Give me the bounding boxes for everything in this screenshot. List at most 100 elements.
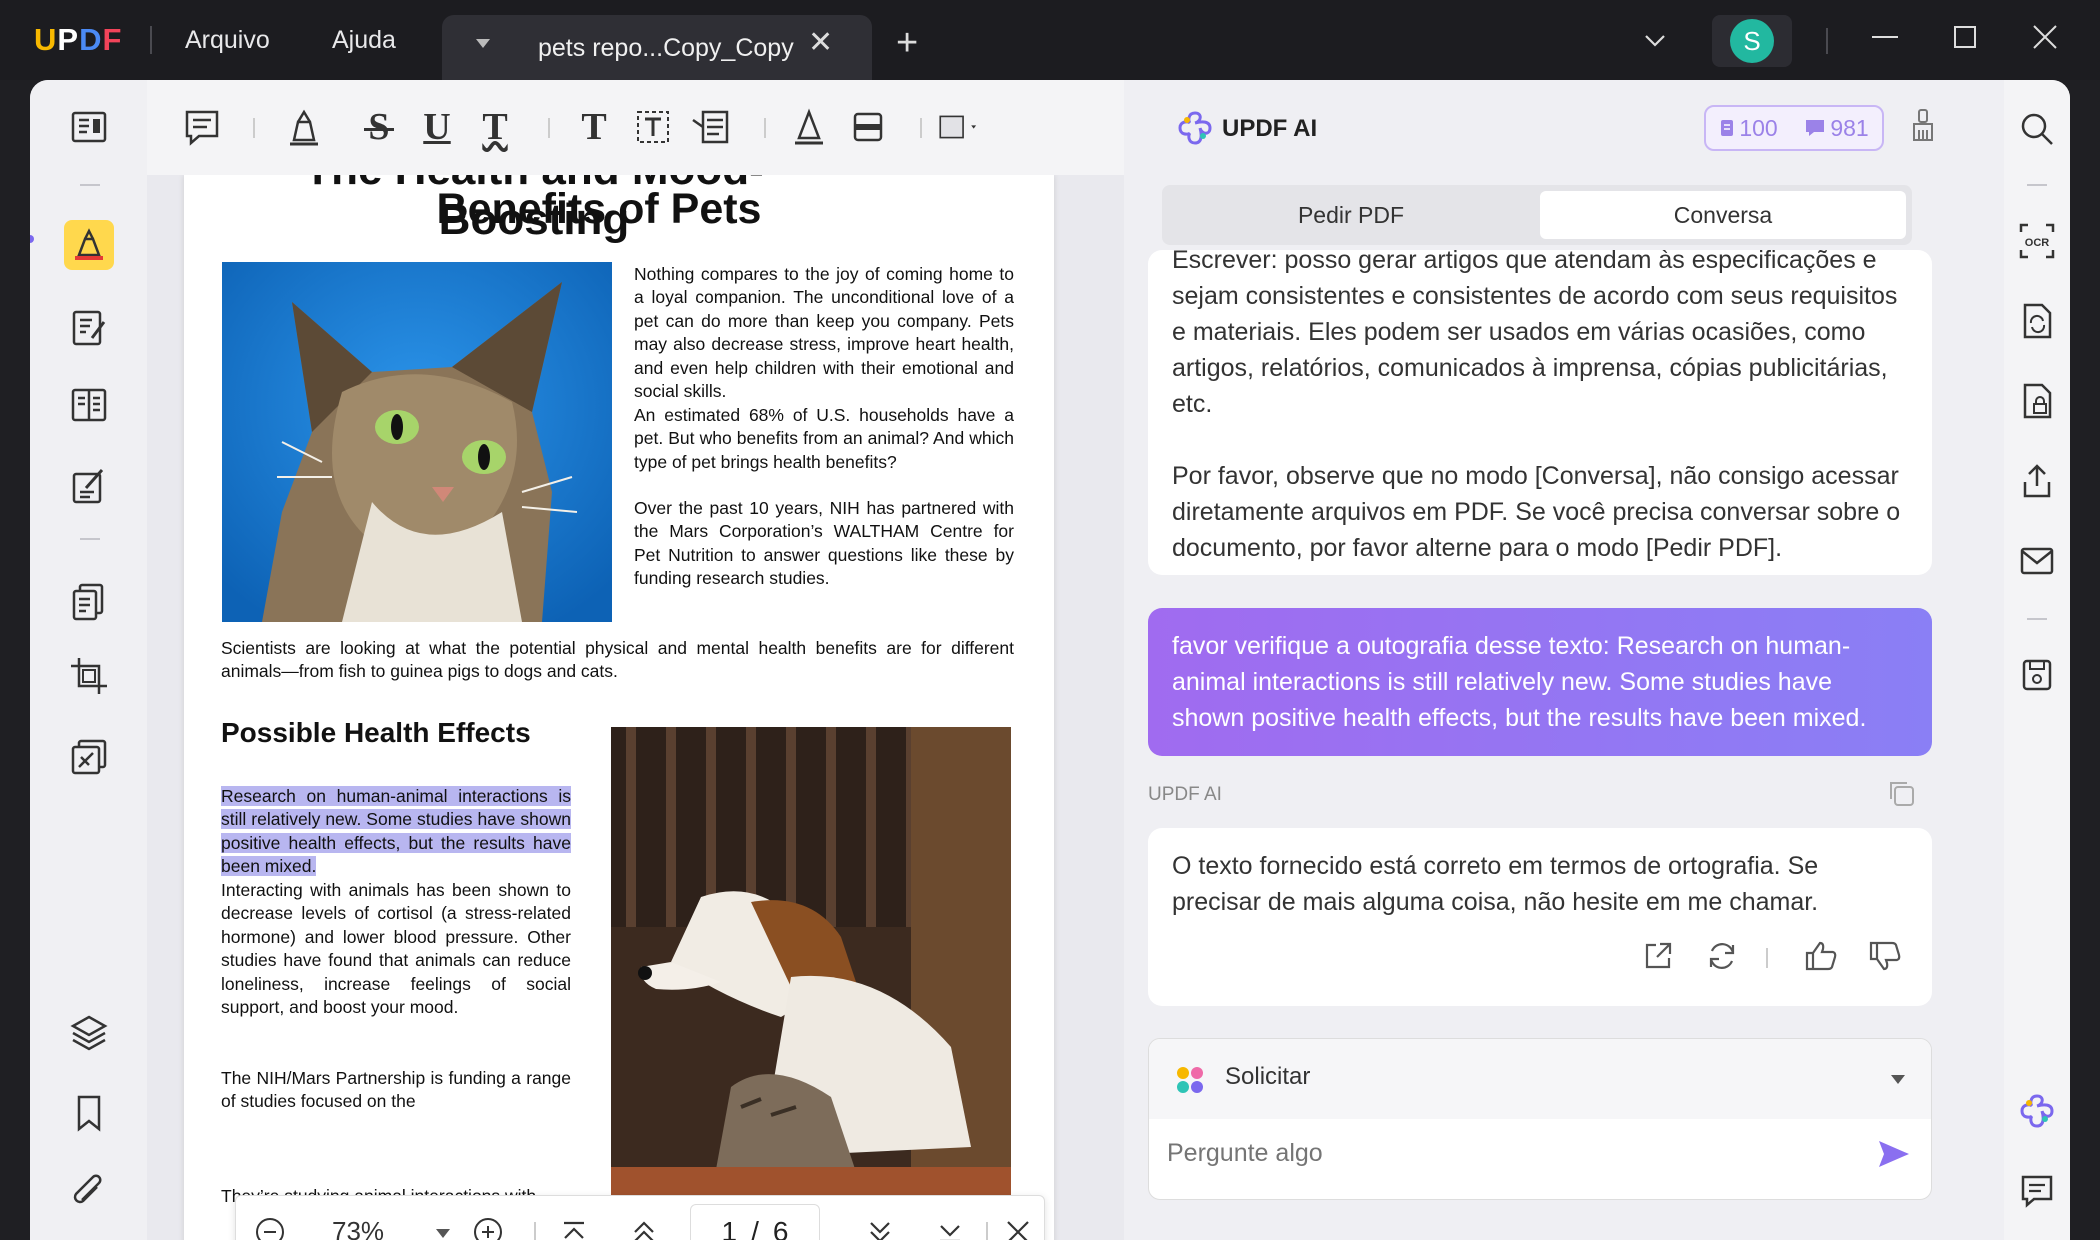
email-icon[interactable]	[2016, 540, 2058, 582]
bookmark-icon[interactable]	[66, 1090, 112, 1136]
close-window-icon[interactable]	[2030, 22, 2060, 60]
reader-icon[interactable]	[66, 104, 112, 150]
pdf-page[interactable]: The Health and Mood-Boosting Benefits of…	[184, 175, 1054, 1240]
protect-icon[interactable]	[2016, 380, 2058, 422]
paragraph-2: An estimated 68% of U.S. households have…	[634, 405, 1014, 472]
highlighter-icon[interactable]	[282, 105, 326, 149]
active-indicator	[30, 235, 34, 243]
strikethrough-icon[interactable]: S	[357, 105, 401, 149]
save-icon[interactable]	[2016, 654, 2058, 696]
zoom-dropdown-icon[interactable]	[436, 1229, 450, 1238]
last-page-icon[interactable]	[930, 1212, 970, 1240]
right-sidebar: OCR	[2004, 80, 2070, 1240]
attachment-icon[interactable]	[66, 1170, 112, 1216]
updf-ai-logo-icon	[1176, 109, 1214, 152]
fill-sign-icon[interactable]	[66, 463, 112, 509]
updf-ai-launcher-icon[interactable]	[2016, 1090, 2058, 1132]
prompt-apps-icon	[1175, 1065, 1205, 1100]
tab-conversa[interactable]: Conversa	[1540, 191, 1906, 239]
app-frame: S U T T The Health and Mood-Boosting Ben…	[30, 80, 2070, 1240]
shape-icon[interactable]	[937, 105, 981, 149]
right-divider	[2027, 184, 2047, 186]
clear-chat-icon[interactable]	[1910, 108, 1936, 147]
share-export-icon[interactable]	[2016, 460, 2058, 502]
toolbar-divider-3	[764, 118, 766, 138]
paragraph-1: Nothing compares to the joy of coming ho…	[634, 264, 1014, 402]
zoom-in-icon[interactable]	[468, 1212, 508, 1240]
section-heading: Possible Health Effects	[221, 717, 531, 748]
chat-quota: 981	[1804, 115, 1869, 142]
underline-icon[interactable]: U	[415, 105, 459, 149]
next-page-icon[interactable]	[860, 1212, 900, 1240]
zoom-out-icon[interactable]	[250, 1212, 290, 1240]
previous-page-icon[interactable]	[624, 1212, 664, 1240]
maximize-icon[interactable]	[1950, 22, 1980, 60]
document-tab[interactable]: pets repo...Copy_Copy ✕	[442, 15, 872, 80]
convert-pdf-icon[interactable]	[66, 578, 112, 624]
thumbs-down-icon[interactable]	[1868, 940, 1902, 977]
protect-pdf-icon[interactable]	[66, 734, 112, 780]
convert-icon[interactable]	[2016, 300, 2058, 342]
squiggly-icon[interactable]: T	[473, 105, 517, 149]
pdf-quota-count: 100	[1739, 114, 1778, 141]
regenerate-icon[interactable]	[1706, 940, 1738, 977]
page-navigation-bar: 73% 1 / 6	[235, 1195, 1045, 1240]
current-page[interactable]: 1	[722, 1216, 738, 1240]
prompt-dropdown-icon[interactable]	[1891, 1075, 1905, 1084]
search-icon[interactable]	[2016, 108, 2058, 150]
dog-photo	[611, 727, 1011, 1227]
user-message: favor verifique a outografia desse texto…	[1148, 608, 1932, 756]
annotation-toolbar: S U T T	[147, 80, 1124, 175]
organize-pages-icon[interactable]	[66, 382, 112, 428]
crop-icon[interactable]	[66, 653, 112, 699]
edit-pdf-icon[interactable]	[66, 305, 112, 351]
account-button[interactable]: S	[1712, 15, 1792, 67]
tab-dropdown-icon[interactable]	[476, 39, 490, 48]
toolbar-divider	[253, 118, 255, 138]
eraser-icon[interactable]	[846, 105, 890, 149]
updf-logo: UPDF	[34, 22, 123, 57]
title-bar: UPDF Arquivo Ajuda pets repo...Copy_Copy…	[0, 0, 2100, 80]
ai-panel: UPDF AI 100 981 Pedir PDF Conversa Escre…	[1124, 80, 2004, 1240]
paragraph-6: Interacting with animals has been shown …	[221, 880, 571, 1018]
right-divider-2	[2027, 618, 2047, 620]
highlight[interactable]: Research on human-animal interactions is…	[221, 786, 571, 877]
zoom-level[interactable]: 73%	[332, 1216, 384, 1240]
ai-reply-text: O texto fornecido está correto em termos…	[1172, 852, 1819, 916]
text-icon[interactable]: T	[572, 105, 616, 149]
svg-text:OCR: OCR	[2025, 237, 2050, 249]
menu-arquivo[interactable]: Arquivo	[185, 26, 270, 55]
tab-title: pets repo...Copy_Copy	[538, 34, 794, 62]
copy-icon[interactable]	[1886, 778, 1916, 813]
ocr-icon[interactable]: OCR	[2016, 220, 2058, 262]
nav-divider	[534, 1222, 536, 1240]
tabs-chevron-down-icon[interactable]	[1643, 28, 1667, 57]
highlighted-paragraph[interactable]: Research on human-animal interactions is…	[221, 785, 571, 879]
sticky-note-icon[interactable]	[180, 105, 224, 149]
minimize-icon[interactable]	[1870, 22, 1900, 60]
close-nav-icon[interactable]	[998, 1212, 1038, 1240]
text-callout-icon[interactable]	[689, 105, 733, 149]
menu-ajuda[interactable]: Ajuda	[332, 26, 396, 55]
page-indicator[interactable]: 1 / 6	[690, 1204, 820, 1240]
send-icon[interactable]	[1877, 1139, 1911, 1174]
text-box-icon[interactable]	[631, 105, 675, 149]
pencil-icon[interactable]	[787, 105, 831, 149]
comments-panel-icon[interactable]	[2016, 1170, 2058, 1212]
add-tab-icon[interactable]: +	[896, 24, 918, 62]
first-page-icon[interactable]	[554, 1212, 594, 1240]
nav-divider-2	[986, 1222, 988, 1240]
share-icon[interactable]	[1642, 940, 1674, 977]
thumbs-up-icon[interactable]	[1804, 940, 1838, 977]
toolbar-divider-4	[920, 118, 922, 138]
comment-tool-icon[interactable]	[64, 220, 114, 270]
ai-reply: O texto fornecido está correto em termos…	[1148, 828, 1932, 1006]
layers-icon[interactable]	[66, 1010, 112, 1056]
tab-close-icon[interactable]: ✕	[808, 25, 833, 60]
tab-pedir-pdf[interactable]: Pedir PDF	[1168, 191, 1534, 239]
ask-input[interactable]	[1167, 1139, 1847, 1168]
document-viewport[interactable]: The Health and Mood-Boosting Benefits of…	[147, 175, 1124, 1240]
quota-badge[interactable]: 100 981	[1704, 105, 1884, 151]
title-separator-2	[1826, 28, 1828, 54]
prompt-selector[interactable]: Solicitar	[1149, 1039, 1931, 1119]
